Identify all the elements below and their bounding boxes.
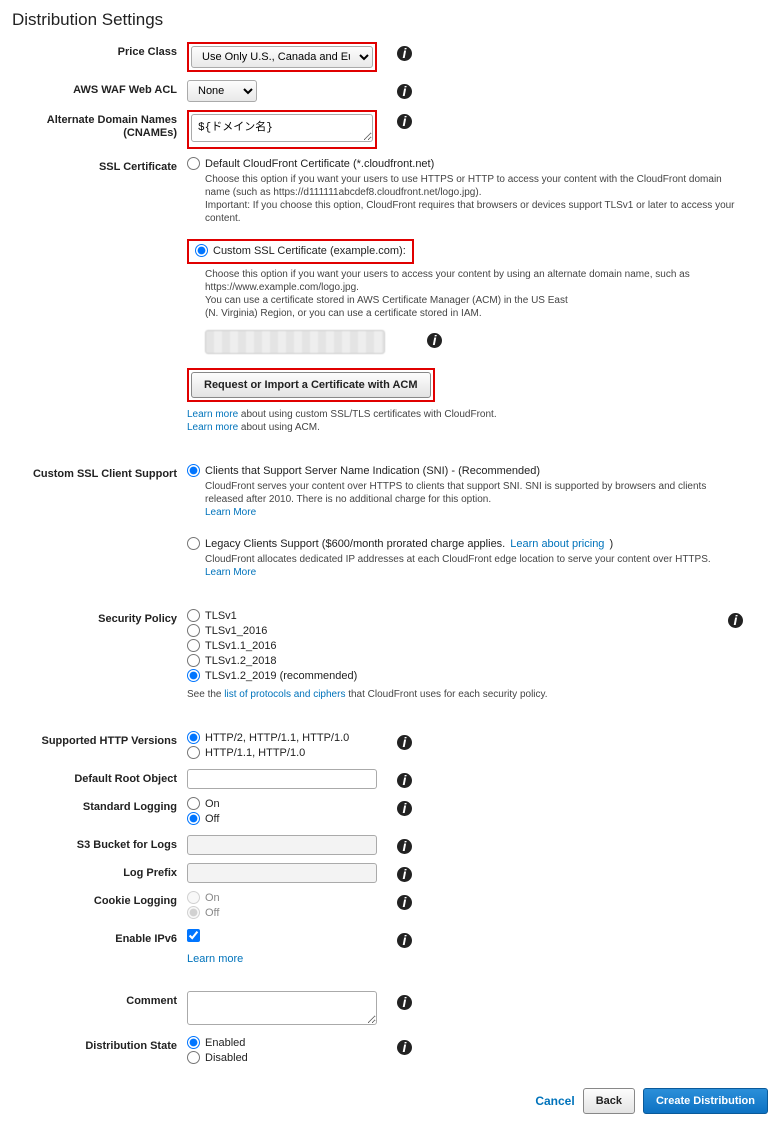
ssl-default-help1: Choose this option if you want your user…	[205, 174, 722, 198]
ssl-default-label: Default CloudFront Certificate (*.cloudf…	[205, 158, 434, 170]
log-prefix-input[interactable]	[187, 863, 377, 883]
label-sec-policy: Security Policy	[12, 609, 187, 625]
request-acm-button[interactable]: Request or Import a Certificate with ACM	[191, 372, 431, 398]
info-icon[interactable]	[397, 84, 412, 99]
ssl-default-help2: Important: If you choose this option, Cl…	[205, 200, 735, 224]
label-ssl-client: Custom SSL Client Support	[12, 464, 187, 480]
logging-off-radio[interactable]	[187, 812, 200, 825]
ipv6-learn-link[interactable]: Learn more	[187, 953, 243, 965]
sni-learn-link[interactable]: Learn More	[205, 507, 256, 518]
http11-radio[interactable]	[187, 746, 200, 759]
ipv6-checkbox[interactable]	[187, 929, 200, 942]
state-disabled-radio[interactable]	[187, 1051, 200, 1064]
tls-v12-2018-radio[interactable]	[187, 654, 200, 667]
label-state: Distribution State	[12, 1036, 187, 1052]
cookie-off-radio	[187, 906, 200, 919]
label-prefix: Log Prefix	[12, 863, 187, 879]
cnames-textarea[interactable]	[191, 114, 373, 142]
protocols-link[interactable]: list of protocols and ciphers	[224, 689, 345, 700]
tls-v1-radio[interactable]	[187, 609, 200, 622]
info-icon[interactable]	[397, 895, 412, 910]
waf-select[interactable]: None	[187, 80, 257, 102]
cancel-link[interactable]: Cancel	[535, 1094, 574, 1108]
cookie-on-radio	[187, 891, 200, 904]
page-title: Distribution Settings	[12, 10, 768, 30]
info-icon[interactable]	[397, 839, 412, 854]
default-root-input[interactable]	[187, 769, 377, 789]
legacy-learn-link[interactable]: Learn More	[205, 567, 256, 578]
legacy-pricing-link[interactable]: Learn about pricing	[510, 538, 604, 550]
legacy-help: CloudFront allocates dedicated IP addres…	[205, 554, 711, 565]
legacy-label-b: )	[609, 538, 613, 550]
label-price-class: Price Class	[12, 42, 187, 58]
sni-help: CloudFront serves your content over HTTP…	[205, 481, 706, 505]
logging-on-radio[interactable]	[187, 797, 200, 810]
info-icon[interactable]	[427, 333, 442, 348]
back-button[interactable]: Back	[583, 1088, 635, 1114]
tls-v11-2016-radio[interactable]	[187, 639, 200, 652]
comment-textarea[interactable]	[187, 991, 377, 1025]
legacy-radio[interactable]	[187, 537, 200, 550]
http2-radio[interactable]	[187, 731, 200, 744]
sni-label: Clients that Support Server Name Indicat…	[205, 465, 540, 477]
info-icon[interactable]	[397, 46, 412, 61]
label-cookie: Cookie Logging	[12, 891, 187, 907]
ssl-custom-radio[interactable]	[195, 244, 208, 257]
label-ssl: SSL Certificate	[12, 157, 187, 173]
label-comment: Comment	[12, 991, 187, 1007]
ssl-custom-help1: Choose this option if you want your user…	[205, 269, 690, 293]
label-http: Supported HTTP Versions	[12, 731, 187, 747]
ssl-default-radio[interactable]	[187, 157, 200, 170]
create-distribution-button[interactable]: Create Distribution	[643, 1088, 768, 1114]
info-icon[interactable]	[397, 114, 412, 129]
label-root: Default Root Object	[12, 769, 187, 785]
legacy-label-a: Legacy Clients Support ($600/month prora…	[205, 538, 505, 550]
info-icon[interactable]	[397, 867, 412, 882]
ssl-custom-help2: You can use a certificate stored in AWS …	[205, 295, 568, 306]
ssl-custom-help3: (N. Virginia) Region, or you can use a c…	[205, 308, 482, 319]
info-icon[interactable]	[397, 773, 412, 788]
label-cnames: Alternate Domain Names(CNAMEs)	[12, 110, 187, 139]
label-ipv6: Enable IPv6	[12, 929, 187, 945]
state-enabled-radio[interactable]	[187, 1036, 200, 1049]
info-icon[interactable]	[397, 801, 412, 816]
label-s3: S3 Bucket for Logs	[12, 835, 187, 851]
info-icon[interactable]	[397, 995, 412, 1010]
info-icon[interactable]	[397, 735, 412, 750]
info-icon[interactable]	[397, 933, 412, 948]
info-icon[interactable]	[728, 613, 743, 628]
tls-v12-2019-radio[interactable]	[187, 669, 200, 682]
price-class-select[interactable]: Use Only U.S., Canada and Europe	[191, 46, 373, 68]
learn-more-acm-link[interactable]: Learn more	[187, 422, 238, 433]
learn-more-ssl-link[interactable]: Learn more	[187, 409, 238, 420]
s3-bucket-input[interactable]	[187, 835, 377, 855]
label-waf: AWS WAF Web ACL	[12, 80, 187, 96]
tls-v1-2016-radio[interactable]	[187, 624, 200, 637]
sni-radio[interactable]	[187, 464, 200, 477]
ssl-custom-label: Custom SSL Certificate (example.com):	[213, 245, 406, 257]
info-icon[interactable]	[397, 1040, 412, 1055]
label-logging: Standard Logging	[12, 797, 187, 813]
certificate-field[interactable]	[205, 330, 385, 354]
